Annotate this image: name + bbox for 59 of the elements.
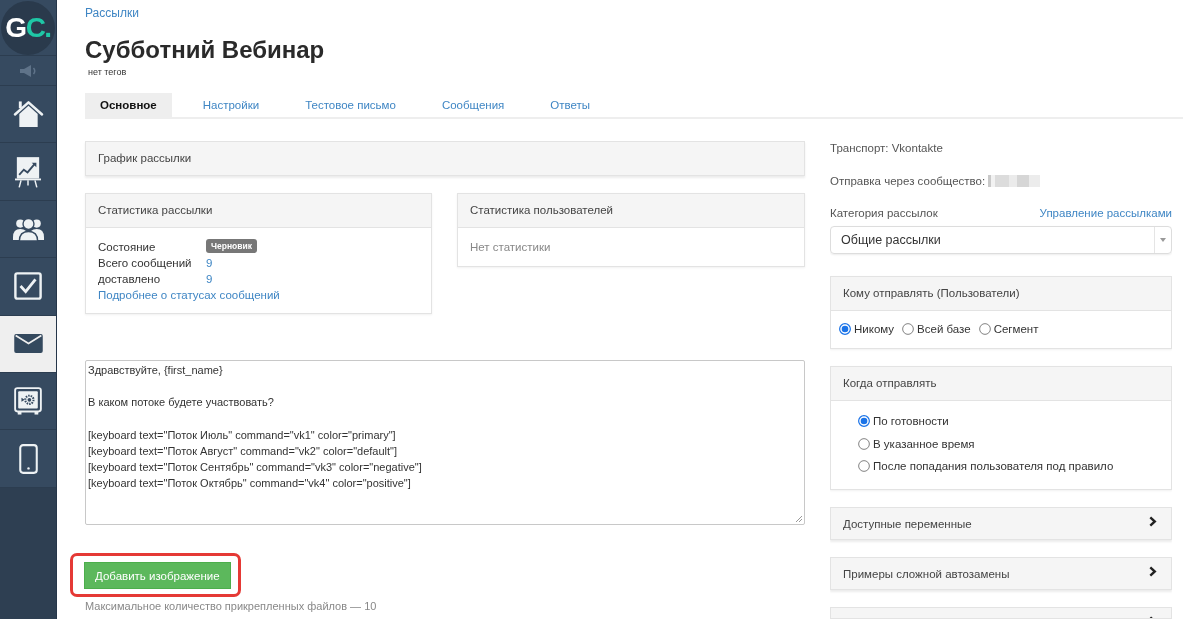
sidebar-item[interactable] [0,430,56,488]
tags-text: нет тегов [88,67,127,78]
empty-stats-text: Нет статистики [470,241,551,253]
radio-button[interactable] [839,323,851,335]
status-details-link[interactable]: Подробнее о статусах сообщений [98,287,280,303]
panel-header: Когда отправлять [831,367,1171,401]
tab[interactable]: Настройки [187,93,275,117]
stat-label: доставлено [98,272,161,287]
breadcrumb-link[interactable]: Рассылки [85,6,139,20]
sidebar-item[interactable] [0,143,56,201]
accordion-header[interactable]: Примеры сложной автозамены [830,556,1172,590]
radio-button[interactable] [858,460,870,473]
message-field[interactable]: Здравствуйте, {first_name} В каком потоке будете участвовать? [keyboard text="Поток Июль" command="vk1" color="primary"] [keyboard text="Поток Август" command="vk2" color="default"] [keyboard text="Поток Сентябрь" command="vk3" color="negative"] [keyboard text="Поток Октябрь" command="vk4" color="positive"] [85,360,805,525]
sidebar-item[interactable] [0,258,56,316]
status-badge: Черновик [206,238,257,253]
mail-icon [13,334,43,354]
safe-icon [14,387,42,416]
radio-label[interactable]: Никому [854,321,895,337]
megaphone-icon [19,64,37,77]
radio-label[interactable]: После попадания пользователя под правило [873,455,1114,478]
stat-value-link[interactable]: 9 [206,271,213,287]
category-label: Категория рассылок [830,206,938,220]
category-select[interactable]: Общие рассылки [830,226,1172,254]
caret-down-icon [1160,238,1166,242]
chart-board-icon [15,155,41,188]
panel-header: Статистика пользователей [458,194,804,228]
stat-label: Всего сообщений [98,256,192,271]
panel-header: Кому отправлять (Пользователи) [831,277,1171,311]
radio-label[interactable]: Всей базе [917,321,971,337]
radio-label[interactable]: В указанное время [873,432,975,455]
radio-button[interactable] [858,415,870,428]
tab[interactable]: Сообщения [426,93,520,117]
tab[interactable]: Основное [85,93,172,117]
logo[interactable]: GC. [1,0,55,55]
panel-header: График рассылки [85,141,805,176]
sidebar-item[interactable] [0,86,56,144]
transport-text: Транспорт: Vkontakte [830,141,943,155]
page-title: Субботний Вебинар [85,35,325,65]
home-icon [12,100,44,129]
radio-label[interactable]: Сегмент [993,321,1039,337]
radio-button[interactable] [978,323,991,335]
stat-value-link[interactable]: 9 [206,255,213,271]
radio-button[interactable] [902,323,915,335]
sidebar-item[interactable] [0,315,56,373]
tab[interactable]: Ответы [535,93,606,117]
community-label: Отправка через сообщество: [830,174,986,188]
attachments-note: Максимальное количество прикрепленных файлов — 10 [85,600,377,613]
smartphone-icon [18,443,38,474]
panel-header: Статистика рассылки [86,194,431,228]
accordion-header[interactable]: Доступные переменные [830,506,1172,540]
sidebar-item[interactable] [0,200,56,259]
resize-handle-icon[interactable] [795,515,803,523]
tab[interactable]: Тестовое письмо [290,93,411,117]
radio-label[interactable]: По готовности [873,410,949,433]
manage-mailings-link[interactable]: Управление рассылками [1039,206,1172,220]
sidebar-item[interactable] [0,372,56,431]
stat-label: Состояние [98,240,156,255]
checkbox-icon [14,272,42,301]
radio-button[interactable] [858,437,870,450]
